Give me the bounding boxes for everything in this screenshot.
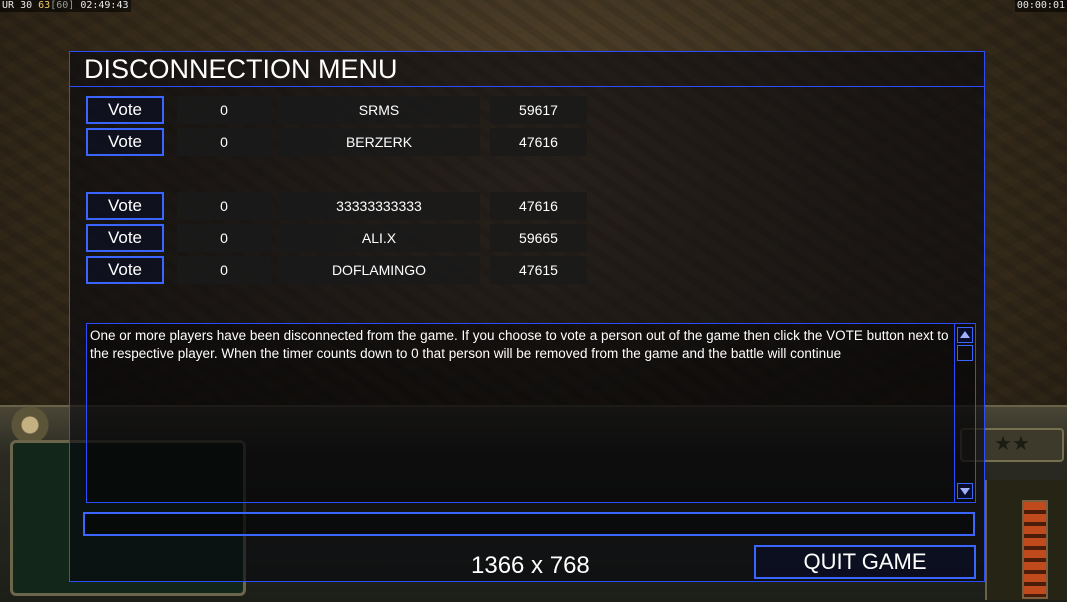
clock: 02:49:43 xyxy=(80,0,129,11)
vote-count: 0 xyxy=(177,128,271,156)
player-name: ALI.X xyxy=(278,224,480,252)
vote-button[interactable]: Vote xyxy=(86,224,164,252)
fps-limit: [60] xyxy=(50,0,75,11)
player-row: Vote 0 SRMS 59617 xyxy=(86,96,596,126)
resolution-label: 1366 x 768 xyxy=(471,552,590,579)
player-name: BERZERK xyxy=(278,128,480,156)
elapsed-timer: 00:00:01 xyxy=(1014,0,1067,12)
player-timer: 47616 xyxy=(490,192,587,220)
player-name: SRMS xyxy=(278,96,480,124)
arrow-down-icon xyxy=(960,488,970,495)
quit-game-button[interactable]: QUIT GAME xyxy=(754,545,976,579)
message-scrollbar[interactable] xyxy=(954,324,975,502)
player-name: DOFLAMINGO xyxy=(278,256,480,284)
hud-emblem-icon xyxy=(0,405,60,445)
player-name: 33333333333 xyxy=(278,192,480,220)
vote-count: 0 xyxy=(177,192,271,220)
vote-count: 0 xyxy=(177,224,271,252)
vote-count: 0 xyxy=(177,256,271,284)
fps-label: UR xyxy=(2,0,15,11)
player-timer: 59617 xyxy=(490,96,587,124)
scroll-thumb[interactable] xyxy=(957,345,973,361)
player-row: Vote 0 33333333333 47616 xyxy=(86,192,596,222)
player-row: Vote 0 DOFLAMINGO 47615 xyxy=(86,256,596,286)
power-meter xyxy=(1022,500,1048,599)
vote-button[interactable]: Vote xyxy=(86,256,164,284)
title-divider xyxy=(70,86,984,87)
dialog-title: DISCONNECTION MENU xyxy=(84,54,398,84)
fps-counter: UR 30 63[60] 02:49:43 xyxy=(0,0,131,12)
vote-button[interactable]: Vote xyxy=(86,192,164,220)
player-timer: 59665 xyxy=(490,224,587,252)
vote-button[interactable]: Vote xyxy=(86,96,164,124)
player-row: Vote 0 ALI.X 59665 xyxy=(86,224,596,254)
disconnect-message: One or more players have been disconnect… xyxy=(90,328,949,361)
message-area: One or more players have been disconnect… xyxy=(86,323,976,503)
scroll-up-button[interactable] xyxy=(957,327,973,343)
disconnection-dialog: DISCONNECTION MENU Vote 0 SRMS 59617 Vot… xyxy=(69,51,985,582)
fps-value: 30 xyxy=(20,0,33,11)
player-timer: 47616 xyxy=(490,128,587,156)
vote-count: 0 xyxy=(177,96,271,124)
fps-secondary: 63 xyxy=(38,0,51,11)
player-timer: 47615 xyxy=(490,256,587,284)
player-row: Vote 0 BERZERK 47616 xyxy=(86,128,596,158)
arrow-up-icon xyxy=(960,331,970,338)
scroll-down-button[interactable] xyxy=(957,483,973,499)
chat-input[interactable] xyxy=(83,512,975,536)
vote-button[interactable]: Vote xyxy=(86,128,164,156)
